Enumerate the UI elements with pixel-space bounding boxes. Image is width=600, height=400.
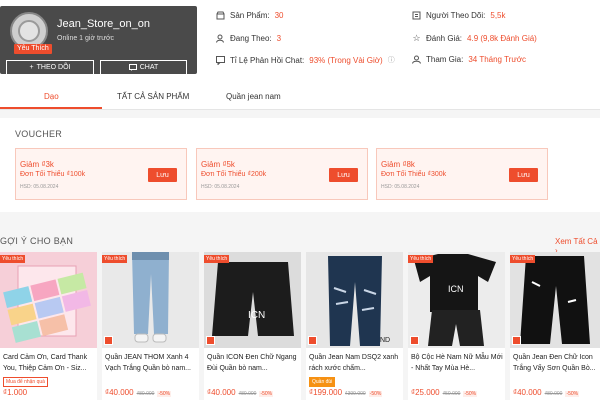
product-price: ₫40.000 ₫80.000 -50%: [513, 388, 580, 397]
product-price: ₫40.000 ₫80.000 -50%: [207, 388, 274, 397]
star-icon: ☆: [412, 33, 421, 43]
mall-icon: [410, 336, 419, 345]
voucher-minimum: Đơn Tối Thiểu ₫300k: [381, 171, 447, 178]
person-add-icon: [216, 34, 224, 43]
favorite-badge: Yêu thích: [0, 255, 26, 263]
product-name[interactable]: Quần ICON Đen Chữ Ngang Đùi Quần bò nam.…: [207, 352, 299, 374]
suggestions-title: GỢI Ý CHO BẠN: [0, 236, 74, 246]
stat-followers: Người Theo Dõi: 5,5k: [412, 11, 506, 20]
product-image[interactable]: ICN Yêu thích: [408, 252, 505, 348]
active-tab-indicator: [0, 107, 102, 109]
voucher-card: Giảm ₫8k Đơn Tối Thiểu ₫300k HSD: 05.08.…: [376, 148, 548, 200]
follow-button[interactable]: + THEO DÕI: [6, 60, 94, 75]
product-card[interactable]: Yêu thích Quần JEAN THOM Xanh 4 Vạch Trắ…: [102, 252, 199, 400]
product-tag: Quần đùi: [309, 377, 336, 387]
mall-icon: [512, 336, 521, 345]
product-card[interactable]: ND Quần Jean Nam DSQ2 xanh rách xước chấ…: [306, 252, 403, 400]
product-image[interactable]: ICN Yêu thích: [204, 252, 301, 348]
product-name[interactable]: Quần JEAN THOM Xanh 4 Vạch Trắng Quần bò…: [105, 352, 197, 374]
product-image[interactable]: ND: [306, 252, 403, 348]
people-icon: [412, 11, 421, 20]
product-image[interactable]: Yêu thích: [102, 252, 199, 348]
product-image[interactable]: Yêu thích: [510, 252, 600, 348]
svg-text:ND: ND: [380, 337, 390, 344]
shop-header: Yêu Thích Jean_Store_on_on Online 1 giờ …: [0, 0, 600, 84]
product-name[interactable]: Bộ Cộc Hè Nam Nữ Mẫu Mới - Nhất Tay Mùa …: [411, 352, 503, 374]
product-price: ₫199.000 ₫399.000 -50%: [309, 388, 383, 397]
chat-button[interactable]: CHAT: [100, 60, 187, 75]
online-status: Online 1 giờ trước: [57, 35, 115, 42]
product-image[interactable]: Yêu thích: [0, 252, 97, 348]
voucher-expiry: HSD: 05.08.2024: [381, 184, 420, 190]
voucher-minimum: Đơn Tối Thiểu ₫200k: [201, 171, 267, 178]
save-voucher-button[interactable]: Lưu: [148, 168, 177, 182]
stat-following: Đang Theo: 3: [216, 34, 281, 43]
chat-icon: [216, 55, 225, 65]
chat-icon: [128, 64, 137, 71]
store-icon: [216, 11, 225, 20]
voucher-section: VOUCHER Giảm ₫3k Đơn Tối Thiểu ₫100k HSD…: [0, 118, 600, 212]
svg-text:ICN: ICN: [248, 310, 265, 321]
voucher-card: Giảm ₫5k Đơn Tối Thiểu ₫200k HSD: 05.08.…: [196, 148, 368, 200]
stat-joined: Tham Gia: 34 Tháng Trước: [412, 55, 526, 64]
favorite-badge: Yêu Thích: [14, 44, 52, 54]
product-card[interactable]: ICN Yêu thích Quần ICON Đen Chữ Ngang Đù…: [204, 252, 301, 400]
stat-rating: ☆ Đánh Giá: 4.9 (9,8k Đánh Giá): [412, 33, 537, 44]
voucher-title: VOUCHER: [15, 129, 63, 139]
tab-all-products[interactable]: TẤT CẢ SẢN PHẨM: [117, 92, 189, 101]
product-card[interactable]: ICN Yêu thích Bộ Cộc Hè Nam Nữ Mẫu Mới -…: [408, 252, 505, 400]
product-price: ₫1.000: [3, 388, 28, 397]
voucher-discount: Giảm ₫8k: [381, 160, 415, 169]
product-tag: Mua để nhận quà: [3, 377, 48, 387]
favorite-badge: Yêu thích: [408, 255, 434, 263]
tab-jeans[interactable]: Quần jean nam: [226, 92, 281, 101]
info-icon[interactable]: ⓘ: [388, 55, 395, 65]
favorite-badge: Yêu thích: [510, 255, 536, 263]
product-card[interactable]: Yêu thích Quần Jean Đen Chữ Icon Trắng V…: [510, 252, 600, 400]
product-name[interactable]: Card Cảm Ơn, Card Thank You, Thiệp Cảm Ơ…: [3, 352, 95, 374]
mall-icon: [206, 336, 215, 345]
tab-explore[interactable]: Dạo: [44, 92, 59, 101]
voucher-discount: Giảm ₫3k: [20, 160, 54, 169]
product-name[interactable]: Quần Jean Đen Chữ Icon Trắng Vẩy Sơn Quầ…: [513, 352, 599, 374]
voucher-discount: Giảm ₫5k: [201, 160, 235, 169]
product-price: ₫25.000 ₫50.000 -50%: [411, 388, 478, 397]
product-price: ₫40.000 ₫80.000 -50%: [105, 388, 172, 397]
stat-response: Tỉ Lệ Phản Hồi Chat: 93% (Trong Vài Giờ) …: [216, 55, 395, 65]
shop-name: Jean_Store_on_on: [57, 18, 150, 30]
favorite-badge: Yêu thích: [102, 255, 128, 263]
user-icon: [412, 55, 421, 64]
product-card[interactable]: Yêu thích Card Cảm Ơn, Card Thank You, T…: [0, 252, 97, 400]
save-voucher-button[interactable]: Lưu: [509, 168, 538, 182]
mall-icon: [104, 336, 113, 345]
voucher-card: Giảm ₫3k Đơn Tối Thiểu ₫100k HSD: 05.08.…: [15, 148, 187, 200]
plus-icon: +: [29, 64, 34, 71]
favorite-badge: Yêu thích: [204, 255, 230, 263]
voucher-minimum: Đơn Tối Thiểu ₫100k: [20, 171, 86, 178]
product-name[interactable]: Quần Jean Nam DSQ2 xanh rách xước chấm..…: [309, 352, 401, 374]
mall-icon: [308, 336, 317, 345]
voucher-expiry: HSD: 05.08.2024: [20, 184, 59, 190]
save-voucher-button[interactable]: Lưu: [329, 168, 358, 182]
stat-products: Sản Phẩm: 30: [216, 11, 283, 20]
voucher-expiry: HSD: 05.08.2024: [201, 184, 240, 190]
svg-text:ICN: ICN: [448, 284, 464, 294]
shop-card: Yêu Thích Jean_Store_on_on Online 1 giờ …: [0, 6, 197, 75]
